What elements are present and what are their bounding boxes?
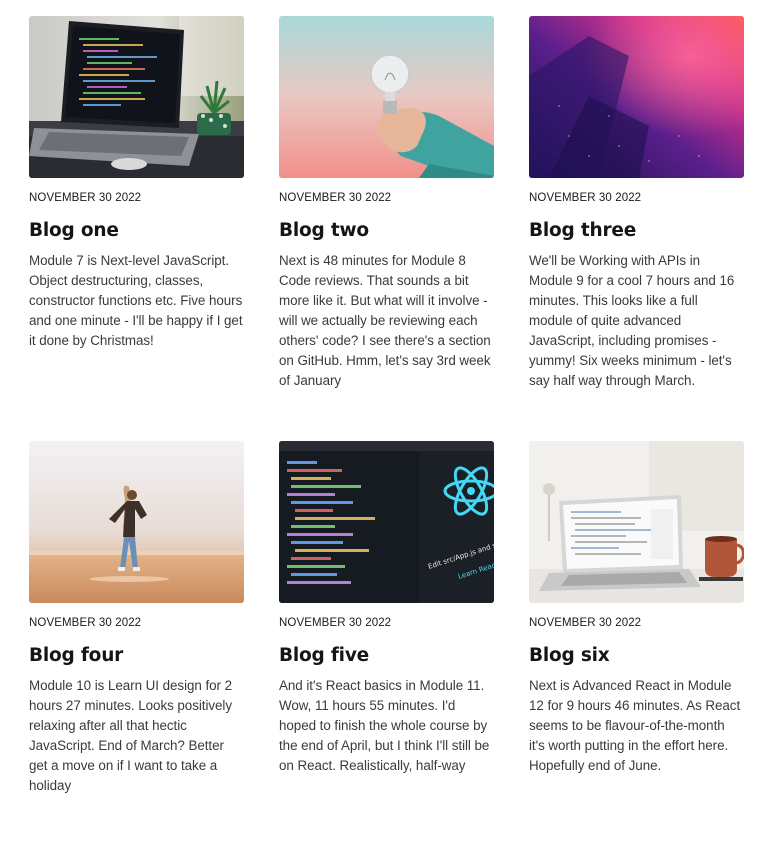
blog-thumbnail[interactable] (529, 441, 744, 603)
post-excerpt: Module 10 is Learn UI design for 2 hours… (29, 678, 232, 793)
post-excerpt: Module 7 is Next-level JavaScript. Objec… (29, 253, 243, 348)
post-title[interactable]: Blog three (529, 219, 744, 243)
blog-thumbnail[interactable] (279, 16, 494, 178)
post-date: NOVEMBER 30 2022 (29, 192, 142, 204)
blog-card: NOVEMBER 30 2022 Blog two Next is 48 min… (279, 16, 494, 441)
blog-grid: NOVEMBER 30 2022 Blog one Module 7 is Ne… (29, 16, 744, 866)
blog-card: Edit src/App.js and save Learn React NOV… (279, 441, 494, 866)
blog-thumbnail[interactable]: Edit src/App.js and save Learn React (279, 441, 494, 603)
post-excerpt: We'll be Working with APIs in Module 9 f… (529, 253, 735, 388)
post-title[interactable]: Blog two (279, 219, 494, 243)
blog-thumbnail[interactable] (529, 16, 744, 178)
post-excerpt: And it's React basics in Module 11. Wow,… (279, 678, 490, 773)
blog-card: NOVEMBER 30 2022 Blog four Module 10 is … (29, 441, 244, 866)
blog-card: NOVEMBER 30 2022 Blog one Module 7 is Ne… (29, 16, 244, 441)
post-excerpt: Next is 48 minutes for Module 8 Code rev… (279, 253, 491, 388)
post-date: NOVEMBER 30 2022 (529, 617, 642, 629)
post-title[interactable]: Blog six (529, 644, 744, 668)
post-date: NOVEMBER 30 2022 (279, 617, 392, 629)
post-title[interactable]: Blog four (29, 644, 244, 668)
blog-card: NOVEMBER 30 2022 Blog six Next is Advanc… (529, 441, 744, 866)
post-date: NOVEMBER 30 2022 (279, 192, 392, 204)
post-title[interactable]: Blog one (29, 219, 244, 243)
post-title[interactable]: Blog five (279, 644, 494, 668)
post-date: NOVEMBER 30 2022 (529, 192, 642, 204)
blog-thumbnail[interactable] (29, 441, 244, 603)
post-date: NOVEMBER 30 2022 (29, 617, 142, 629)
blog-thumbnail[interactable] (29, 16, 244, 178)
post-excerpt: Next is Advanced React in Module 12 for … (529, 678, 741, 773)
blog-card: NOVEMBER 30 2022 Blog three We'll be Wor… (529, 16, 744, 441)
